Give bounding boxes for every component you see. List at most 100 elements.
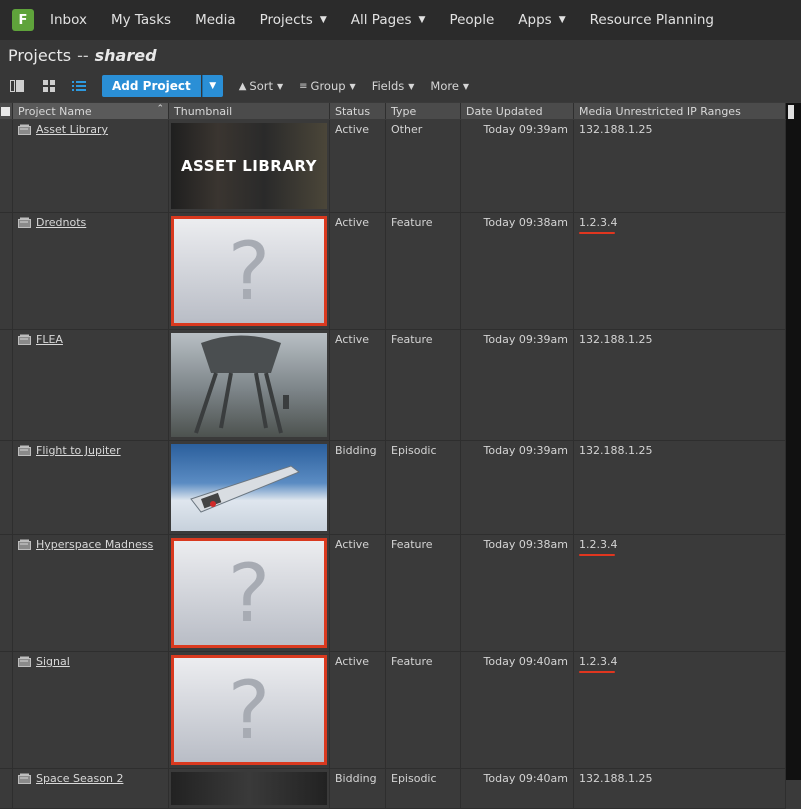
project-name-link[interactable]: Asset Library xyxy=(36,123,108,136)
project-name-link[interactable]: Hyperspace Madness xyxy=(36,538,153,551)
nav-resource-planning-label: Resource Planning xyxy=(589,12,714,28)
more-button[interactable]: More ▼ xyxy=(430,79,469,93)
column-header-status[interactable]: Status xyxy=(330,103,386,119)
thumbnail-cell[interactable] xyxy=(169,769,330,808)
project-name-cell: Hyperspace Madness xyxy=(13,535,169,651)
add-project-menu-chevron-icon[interactable]: ▼ xyxy=(201,75,223,97)
thumbnail-placeholder[interactable]: ? xyxy=(171,655,327,765)
row-checkbox[interactable] xyxy=(0,769,13,808)
table-row[interactable]: Space Season 2 Bidding Episodic Today 09… xyxy=(0,769,786,809)
sort-label: Sort xyxy=(249,79,273,93)
status-cell: Active xyxy=(330,330,386,440)
date-updated-cell: Today 09:39am xyxy=(461,120,574,212)
ip-ranges-cell: 1.2.3.4 xyxy=(574,535,786,651)
nav-apps[interactable]: Apps ▼ xyxy=(518,12,565,28)
page-title: Projects xyxy=(8,45,72,65)
project-name-cell: Flight to Jupiter xyxy=(13,441,169,534)
nav-my-tasks-label: My Tasks xyxy=(110,12,172,28)
row-checkbox[interactable] xyxy=(0,535,13,651)
thumbnail-placeholder[interactable]: ? xyxy=(171,216,327,326)
group-label: Group xyxy=(310,79,346,93)
thumbnail-cell[interactable] xyxy=(169,441,330,534)
project-name-link[interactable]: Space Season 2 xyxy=(36,772,123,785)
column-header-ip-ranges[interactable]: Media Unrestricted IP Ranges xyxy=(574,103,786,119)
column-header-label: Project Name xyxy=(18,104,92,118)
column-header-date-updated[interactable]: Date Updated xyxy=(461,103,574,119)
nav-projects[interactable]: Projects ▼ xyxy=(260,12,327,28)
thumbnail-image[interactable] xyxy=(171,333,327,437)
row-checkbox[interactable] xyxy=(0,213,13,329)
column-header-thumbnail[interactable]: Thumbnail xyxy=(169,103,330,119)
project-name-link[interactable]: Flight to Jupiter xyxy=(36,444,121,457)
nav-inbox-label: Inbox xyxy=(50,12,87,28)
thumbnail-image[interactable]: ASSET LIBRARY xyxy=(171,123,327,209)
table-row[interactable]: Drednots ? Active Feature Today 09:38am … xyxy=(0,213,786,330)
project-name-cell: Signal xyxy=(13,652,169,768)
add-project-button[interactable]: Add Project xyxy=(102,75,201,97)
thumbnail-cell[interactable]: ASSET LIBRARY xyxy=(169,120,330,212)
question-mark-icon: ? xyxy=(227,224,271,318)
table-row[interactable]: FLEA Active Feature Today 09:39am 132.18… xyxy=(0,330,786,441)
nav-media-label: Media xyxy=(195,12,236,28)
project-name-link[interactable]: FLEA xyxy=(36,333,63,346)
project-folder-icon xyxy=(18,217,31,228)
column-header-label: Status xyxy=(335,104,371,118)
ip-range-value: 1.2.3.4 xyxy=(579,216,618,234)
detail-view-icon[interactable] xyxy=(8,77,26,95)
ip-ranges-cell: 1.2.3.4 xyxy=(574,652,786,768)
table-row[interactable]: Signal ? Active Feature Today 09:40am 1.… xyxy=(0,652,786,769)
robot-spider-image xyxy=(194,335,289,434)
row-checkbox[interactable] xyxy=(0,441,13,534)
column-header-type[interactable]: Type xyxy=(386,103,461,119)
row-checkbox[interactable] xyxy=(0,120,13,212)
nav-apps-label: Apps xyxy=(518,12,552,28)
column-picker-strip[interactable] xyxy=(786,103,801,780)
ip-ranges-cell: 1.2.3.4 xyxy=(574,213,786,329)
thumbnail-placeholder[interactable]: ? xyxy=(171,538,327,648)
nav-all-pages[interactable]: All Pages ▼ xyxy=(351,12,426,28)
select-all-checkbox[interactable] xyxy=(0,103,13,119)
thumbnail-cell[interactable]: ? xyxy=(169,535,330,651)
chevron-down-icon: ▼ xyxy=(462,81,470,91)
fields-button[interactable]: Fields ▼ xyxy=(372,79,415,93)
project-name-link[interactable]: Signal xyxy=(36,655,70,668)
row-checkbox[interactable] xyxy=(0,652,13,768)
column-header-label: Date Updated xyxy=(466,104,543,118)
app-logo-icon[interactable]: F xyxy=(12,9,34,31)
sort-button[interactable]: ▲ Sort ▼ xyxy=(239,79,283,93)
sort-icon: ▲ xyxy=(238,80,247,92)
nav-media[interactable]: Media xyxy=(195,12,236,28)
project-name-link[interactable]: Drednots xyxy=(36,216,86,229)
thumbnail-image[interactable] xyxy=(171,444,327,531)
group-button[interactable]: ≡ Group ▼ xyxy=(299,79,356,93)
nav-my-tasks[interactable]: My Tasks xyxy=(111,12,171,28)
add-column-icon[interactable] xyxy=(788,105,794,119)
sort-ascending-icon: ⌃ xyxy=(156,104,164,114)
thumbnail-cell[interactable]: ? xyxy=(169,652,330,768)
nav-inbox[interactable]: Inbox xyxy=(50,12,87,28)
ip-ranges-cell: 132.188.1.25 xyxy=(574,769,786,808)
ip-range-value: 132.188.1.25 xyxy=(579,444,653,457)
project-folder-icon xyxy=(18,656,31,667)
table-row[interactable]: Asset Library ASSET LIBRARY Active Other… xyxy=(0,120,786,213)
row-checkbox[interactable] xyxy=(0,330,13,440)
type-cell: Feature xyxy=(386,213,461,329)
project-name-cell: FLEA xyxy=(13,330,169,440)
page-title-bar: Projects -- shared xyxy=(0,40,801,70)
table-row[interactable]: Hyperspace Madness ? Active Feature Toda… xyxy=(0,535,786,652)
column-header-project-name[interactable]: Project Name ⌃ xyxy=(13,103,169,119)
date-updated-cell: Today 09:38am xyxy=(461,535,574,651)
thumbnail-cell[interactable] xyxy=(169,330,330,440)
thumbnail-image[interactable] xyxy=(171,772,327,805)
ip-ranges-cell: 132.188.1.25 xyxy=(574,120,786,212)
thumbnail-view-icon[interactable] xyxy=(40,77,58,95)
list-view-icon[interactable] xyxy=(70,77,88,95)
column-header-label: Type xyxy=(391,104,417,118)
thumbnail-cell[interactable]: ? xyxy=(169,213,330,329)
table-row[interactable]: Flight to Jupiter Bidding Episodic Today… xyxy=(0,441,786,535)
nav-resource-planning[interactable]: Resource Planning xyxy=(590,12,714,28)
type-cell: Other xyxy=(386,120,461,212)
nav-people[interactable]: People xyxy=(449,12,494,28)
spaceship-image xyxy=(190,465,301,513)
project-folder-icon xyxy=(18,445,31,456)
